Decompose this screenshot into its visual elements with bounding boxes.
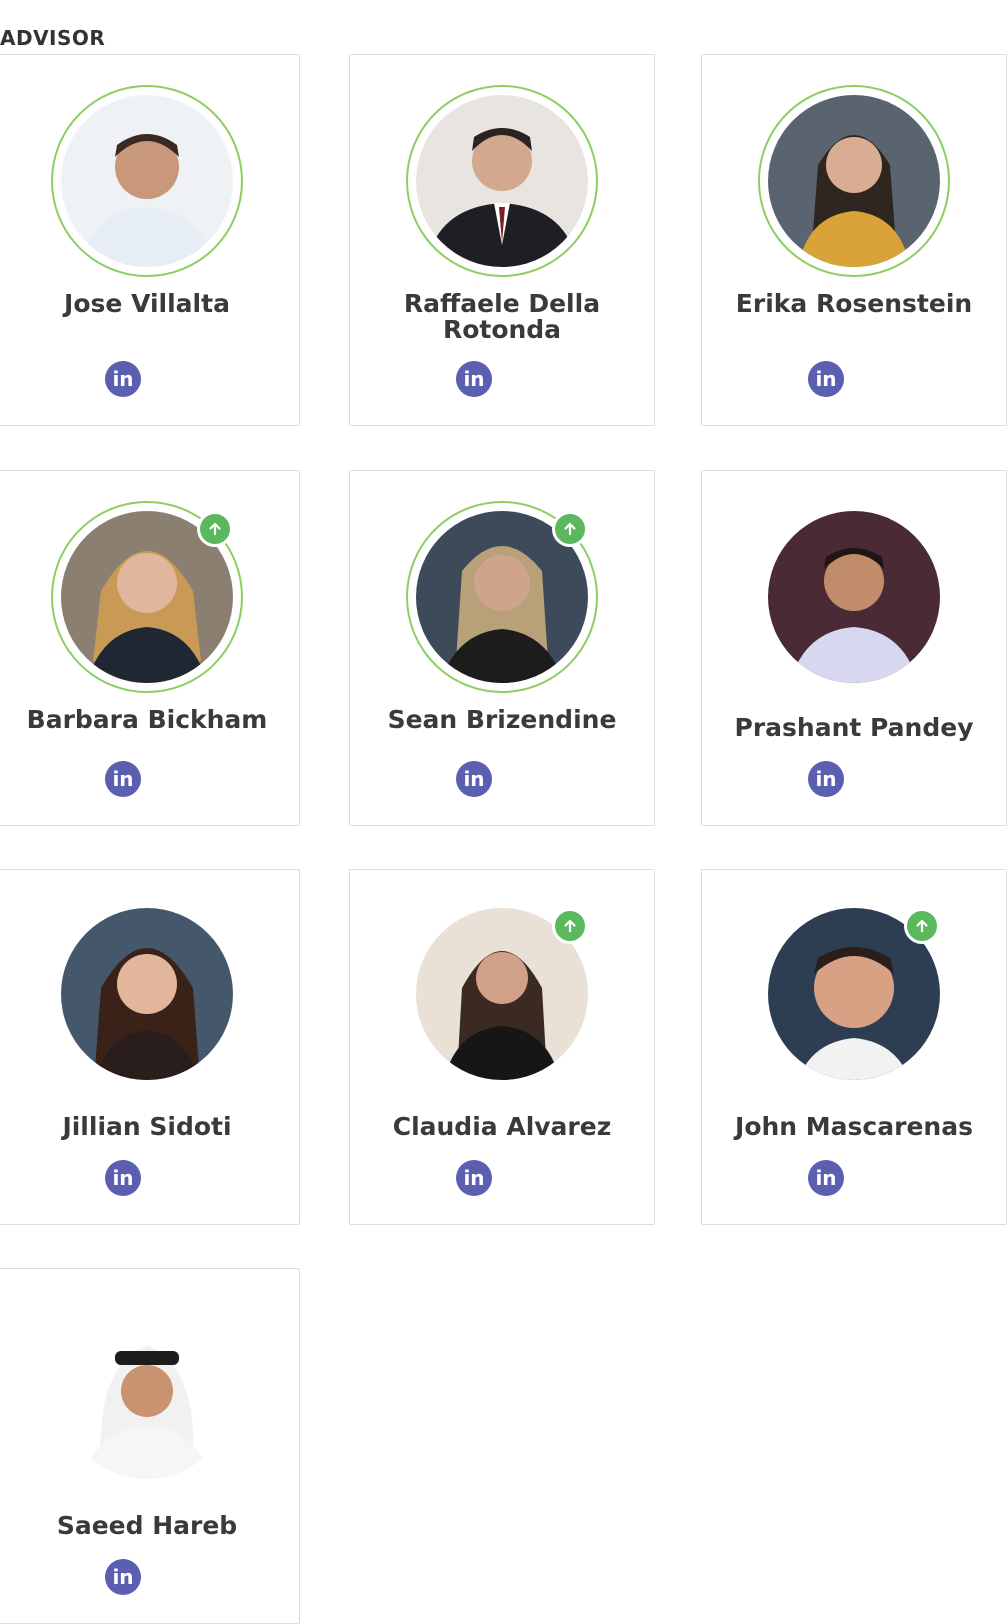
advisor-card: Raffaele Della Rotonda in [349,54,655,426]
advisor-card: John Mascarenas in [701,869,1007,1225]
advisor-card: Erika Rosenstein in [701,54,1007,426]
arrow-up-icon [552,511,588,547]
advisor-card: Saeed Hareb in [0,1268,300,1624]
linkedin-button[interactable]: in [808,761,844,797]
avatar [406,898,598,1090]
avatar [406,85,598,277]
linkedin-button[interactable]: in [456,361,492,397]
advisor-card: Sean Brizendine in [349,470,655,826]
advisor-card: Jillian Sidoti in [0,869,300,1225]
advisor-name: Saeed Hareb [56,1511,238,1540]
avatar [758,501,950,693]
linkedin-button[interactable]: in [105,1559,141,1595]
linkedin-button[interactable]: in [456,761,492,797]
section-title: ADVISOR [0,26,106,50]
advisor-name: Jose Villalta [64,289,230,318]
person-photo-icon [768,95,940,267]
linkedin-button[interactable]: in [808,361,844,397]
arrow-up-icon [904,908,940,944]
avatar [51,85,243,277]
avatar [758,85,950,277]
person-photo-icon [416,95,588,267]
linkedin-button[interactable]: in [105,1160,141,1196]
advisor-name: John Mascarenas [735,1112,973,1141]
advisor-name: Erika Rosenstein [735,289,973,318]
advisor-name: Raffaele Della Rotonda [403,289,601,344]
person-photo-icon [61,908,233,1080]
person-photo-icon [61,1307,233,1479]
arrow-up-icon [552,908,588,944]
linkedin-button[interactable]: in [808,1160,844,1196]
avatar [758,898,950,1090]
advisor-card: Barbara Bickham in [0,470,300,826]
person-photo-icon [768,511,940,683]
advisor-card: Jose Villalta in [0,54,300,426]
linkedin-button[interactable]: in [105,361,141,397]
avatar [51,898,243,1090]
linkedin-button[interactable]: in [456,1160,492,1196]
advisor-name: Sean Brizendine [387,705,617,734]
advisor-card: Claudia Alvarez in [349,869,655,1225]
advisor-name: Barbara Bickham [26,705,268,734]
advisor-name: Claudia Alvarez [392,1112,612,1141]
linkedin-button[interactable]: in [105,761,141,797]
advisor-name: Prashant Pandey [734,713,974,742]
avatar [406,501,598,693]
advisor-card: Prashant Pandey in [701,470,1007,826]
avatar [51,1297,243,1489]
avatar [51,501,243,693]
person-photo-icon [61,95,233,267]
advisor-name: Jillian Sidoti [62,1112,232,1141]
arrow-up-icon [197,511,233,547]
